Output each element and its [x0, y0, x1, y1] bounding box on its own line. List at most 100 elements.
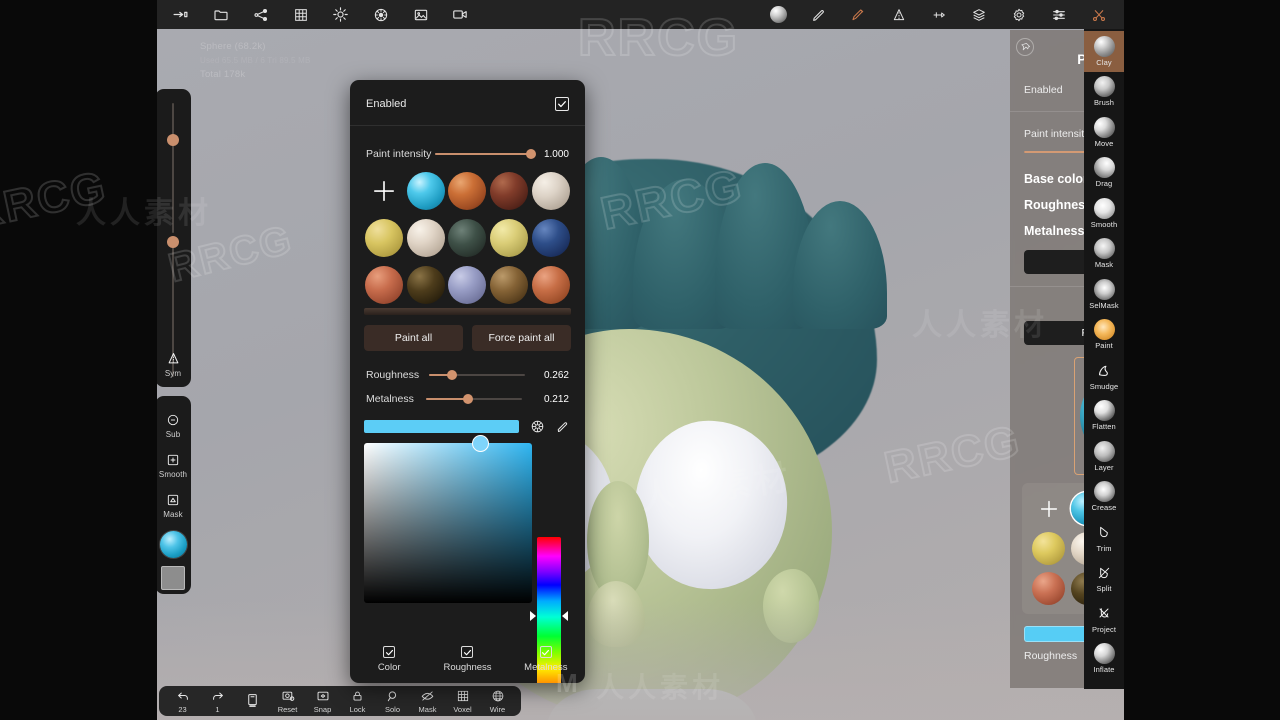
- tool-paint[interactable]: Paint: [1084, 315, 1124, 356]
- stats-line-3: Used 65.5 MB / 6 Tri 89.5 MB: [200, 56, 311, 65]
- lp-swatch-7[interactable]: [490, 219, 529, 257]
- tool-split[interactable]: Split: [1084, 558, 1124, 599]
- tool-project[interactable]: Project: [1084, 598, 1124, 639]
- add-material-button[interactable]: [1032, 492, 1065, 525]
- tool-brush[interactable]: Brush: [1084, 72, 1124, 113]
- lp-swatch-8[interactable]: [532, 219, 571, 257]
- rail-item-sub[interactable]: Sub: [157, 404, 191, 444]
- lp-swatch-6[interactable]: [448, 219, 487, 257]
- footer-toggle-color[interactable]: Color: [350, 646, 428, 673]
- lock-button[interactable]: Lock: [340, 688, 375, 714]
- mask-toggle-button[interactable]: Mask: [410, 688, 445, 714]
- lp-paint-intensity-knob[interactable]: [526, 148, 537, 159]
- material-ball-button[interactable]: [159, 531, 187, 558]
- voxel-button[interactable]: Voxel: [445, 688, 480, 714]
- sv-picker-cursor[interactable]: [472, 435, 489, 452]
- pen-icon[interactable]: [803, 0, 834, 29]
- gizmo-icon[interactable]: [923, 0, 954, 29]
- grid-icon[interactable]: [285, 0, 316, 29]
- reset-view-button[interactable]: Reset: [270, 688, 305, 714]
- lp-swatch-2[interactable]: [490, 172, 529, 210]
- footer-label-roughness: Roughness: [443, 662, 492, 673]
- eyedropper-icon[interactable]: [556, 419, 571, 434]
- lp-swatch-11[interactable]: [448, 266, 487, 304]
- tool-trim[interactable]: Trim: [1084, 517, 1124, 558]
- snap-button[interactable]: Snap: [305, 688, 340, 714]
- voxel-label: Voxel: [453, 705, 472, 714]
- environment-icon[interactable]: [365, 0, 396, 29]
- lp-swatch-9[interactable]: [364, 266, 403, 304]
- redo-button[interactable]: 1: [200, 688, 235, 714]
- settings-gear-icon[interactable]: [1003, 0, 1034, 29]
- tool-move[interactable]: Move: [1084, 112, 1124, 153]
- lp-paint-all-button[interactable]: Paint all: [364, 325, 463, 351]
- layers-icon[interactable]: [963, 0, 994, 29]
- intensity-slider-knob[interactable]: [167, 236, 179, 248]
- swatch-9[interactable]: [1032, 572, 1065, 605]
- roughness-checkbox[interactable]: [461, 646, 474, 658]
- tool-layer[interactable]: Layer: [1084, 436, 1124, 477]
- solo-button[interactable]: Solo: [375, 688, 410, 714]
- image-icon[interactable]: [405, 0, 436, 29]
- saturation-value-picker[interactable]: [364, 435, 532, 603]
- lp-roughness-slider[interactable]: [429, 369, 526, 380]
- tool-drag[interactable]: Drag: [1084, 153, 1124, 194]
- lp-add-material-button[interactable]: [364, 172, 404, 210]
- color-swatch-button[interactable]: [161, 566, 185, 590]
- camera-icon[interactable]: [445, 0, 476, 29]
- lp-paint-intensity-slider[interactable]: [435, 148, 537, 159]
- symmetry-icon[interactable]: [883, 0, 914, 29]
- footer-toggle-roughness[interactable]: Roughness: [428, 646, 506, 673]
- tool-inflate[interactable]: Inflate: [1084, 639, 1124, 680]
- lp-swatch-10[interactable]: [406, 266, 445, 304]
- metalness-checkbox[interactable]: [539, 646, 552, 658]
- tool-selmask[interactable]: SelMask: [1084, 274, 1124, 315]
- lock-icon: [351, 688, 364, 704]
- lp-swatch-13[interactable]: [532, 266, 571, 304]
- lp-swatch-3[interactable]: [532, 172, 571, 210]
- lp-metalness-knob[interactable]: [462, 393, 473, 404]
- folder-icon[interactable]: [205, 0, 236, 29]
- scene-graph-icon[interactable]: [245, 0, 276, 29]
- lp-metalness-slider[interactable]: [426, 393, 523, 404]
- radius-slider[interactable]: [172, 103, 174, 233]
- lp-roughness-knob[interactable]: [447, 369, 458, 380]
- rail-item-mask[interactable]: Mask: [157, 484, 191, 524]
- light-icon[interactable]: [325, 0, 356, 29]
- radius-slider-knob[interactable]: [167, 134, 179, 146]
- tool-smudge[interactable]: Smudge: [1084, 355, 1124, 396]
- lp-swatch-12[interactable]: [490, 266, 529, 304]
- lp-swatch-4[interactable]: [364, 219, 403, 257]
- lp-force-paint-all-button[interactable]: Force paint all: [472, 325, 571, 351]
- footer-toggle-metalness[interactable]: Metalness: [507, 646, 585, 673]
- lp-swatch-0[interactable]: [406, 172, 445, 210]
- rail-item-sym[interactable]: Sym: [157, 343, 191, 383]
- swatch-4[interactable]: [1032, 532, 1065, 565]
- lp-enabled-checkbox[interactable]: [555, 97, 569, 111]
- collapse-icon[interactable]: [165, 0, 196, 29]
- lp-swatch-1[interactable]: [448, 172, 487, 210]
- scissors-icon[interactable]: [1083, 0, 1114, 29]
- color-checkbox[interactable]: [383, 646, 396, 658]
- smooth-icon: [166, 451, 180, 468]
- matcap-icon[interactable]: [763, 0, 794, 29]
- tablet-button[interactable]: [235, 693, 270, 710]
- lp-current-color-bar[interactable]: [364, 420, 519, 433]
- rail-item-smooth[interactable]: Smooth: [157, 444, 191, 484]
- tool-clay[interactable]: Clay: [1084, 31, 1124, 72]
- tool-mask[interactable]: Mask: [1084, 234, 1124, 275]
- sliders-icon[interactable]: [1043, 0, 1074, 29]
- tool-label-mask: Mask: [1094, 260, 1114, 270]
- pin-icon[interactable]: [1016, 38, 1034, 56]
- undo-button[interactable]: 23: [165, 688, 200, 714]
- tool-label-brush: Brush: [1093, 98, 1115, 108]
- 3d-viewport[interactable]: Sphere (68.2k) Used 65.5 MB / 6 Tri 89.5…: [157, 29, 1124, 720]
- color-wheel-icon[interactable]: [530, 419, 545, 434]
- tool-smooth[interactable]: Smooth: [1084, 193, 1124, 234]
- lp-swatch-5[interactable]: [406, 219, 445, 257]
- tool-crease[interactable]: Crease: [1084, 477, 1124, 518]
- drag-icon: [1093, 157, 1115, 179]
- paint-icon[interactable]: [843, 0, 874, 29]
- wire-button[interactable]: Wire: [480, 688, 515, 714]
- tool-flatten[interactable]: Flatten: [1084, 396, 1124, 437]
